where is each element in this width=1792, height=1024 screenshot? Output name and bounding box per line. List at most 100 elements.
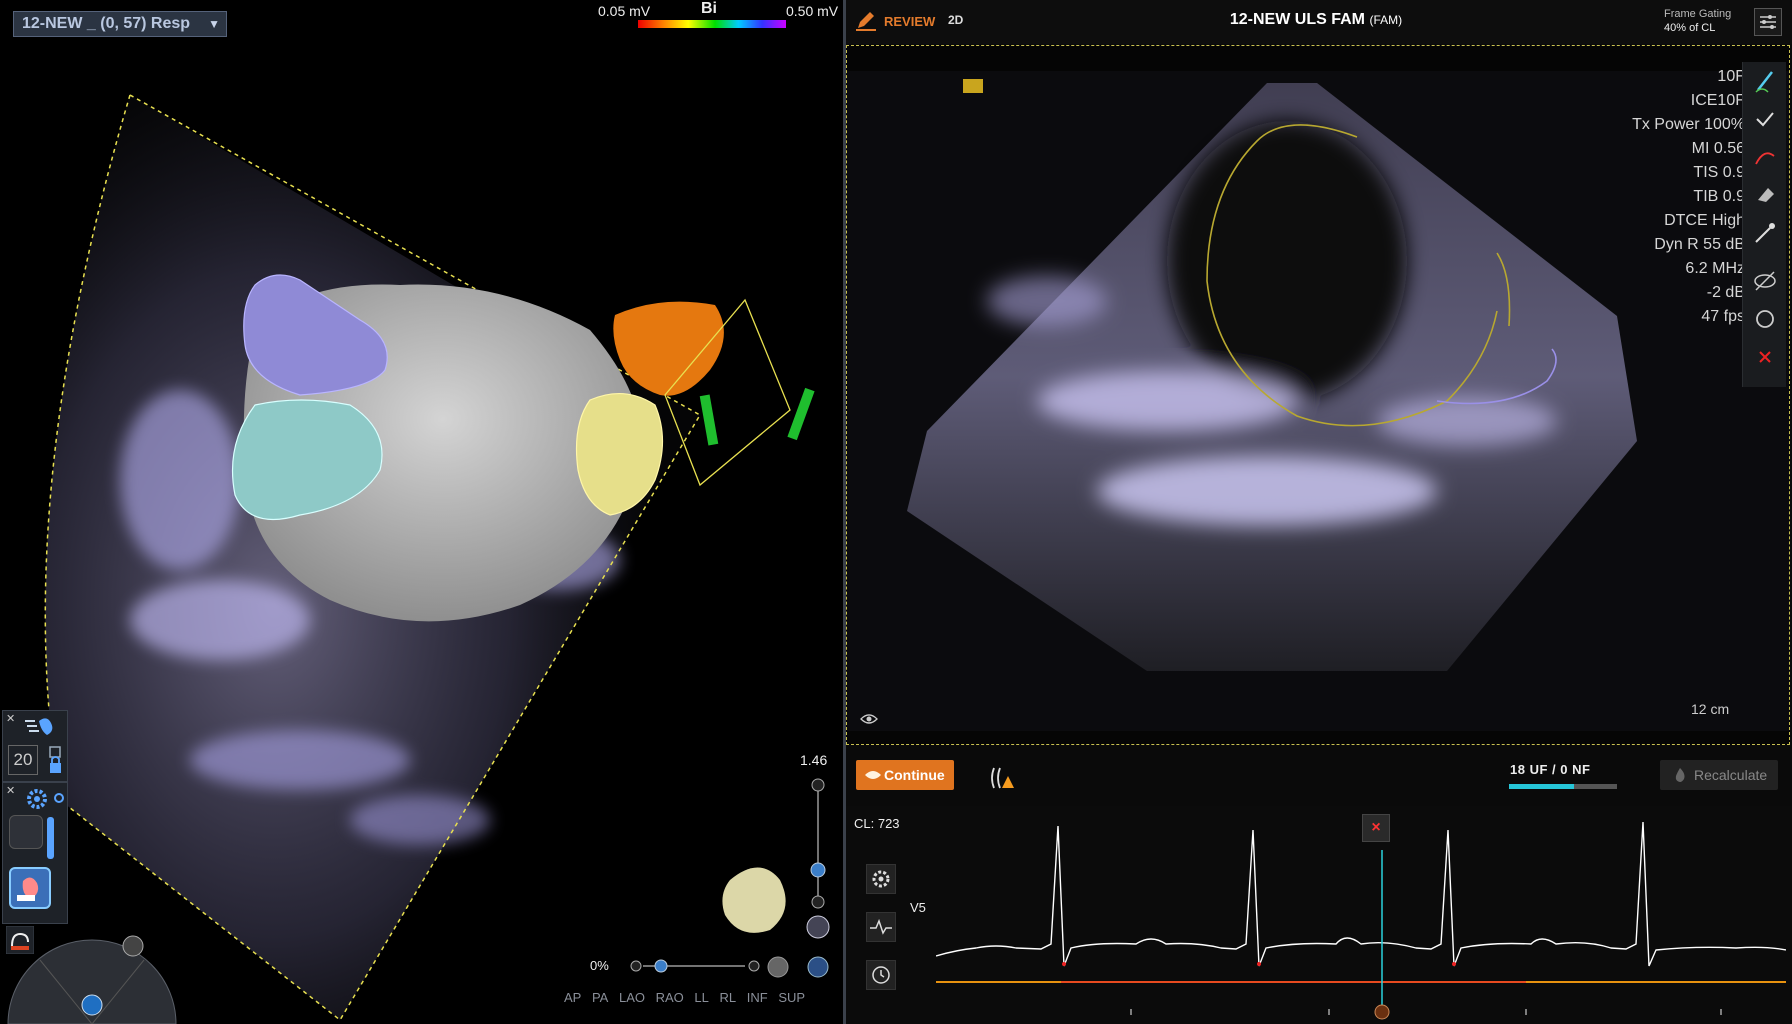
ecg-waveform-button[interactable] <box>866 912 896 942</box>
waveform-icon <box>870 918 892 935</box>
surface-icon[interactable] <box>767 956 789 978</box>
view-sup-button[interactable]: SUP <box>778 990 805 1005</box>
frame-gating: Frame Gating 40% of CL <box>1664 7 1731 35</box>
us-param: TIS 0.9 <box>1693 164 1745 181</box>
3d-anatomy-scene[interactable] <box>0 0 843 1024</box>
voltage-scale-legend: 0.05 mV Bi 0.50 mV <box>596 0 841 32</box>
close-icon[interactable]: ✕ <box>6 712 15 725</box>
gear-icon <box>872 870 890 888</box>
us-param: 47 fps <box>1701 308 1745 325</box>
circle-tool-icon[interactable] <box>1750 304 1780 334</box>
delete-icon[interactable] <box>1750 342 1780 372</box>
zoom-number-box[interactable]: 20 <box>8 745 38 775</box>
orientation-marker-icon <box>963 79 983 93</box>
view-pa-button[interactable]: PA <box>592 990 608 1005</box>
view-ap-button[interactable]: AP <box>564 990 581 1005</box>
us-param: MI 0.56 <box>1691 140 1745 157</box>
display-tool-panel: ✕ 20 <box>2 710 68 782</box>
recalculate-label: Recalculate <box>1694 767 1768 783</box>
contour-tool-strip <box>1742 62 1786 387</box>
view-inf-button[interactable]: INF <box>747 990 768 1005</box>
zoom-slider[interactable] <box>810 778 826 909</box>
pen-tool-icon[interactable] <box>1750 66 1780 96</box>
hide-contour-icon[interactable] <box>1750 266 1780 296</box>
ecg-cursor-handle[interactable] <box>1374 1004 1390 1020</box>
view-rao-button[interactable]: RAO <box>656 990 684 1005</box>
check-icon[interactable] <box>1750 104 1780 134</box>
heart-hand-button[interactable] <box>9 867 51 909</box>
cycle-length-label: CL: 723 <box>854 816 900 831</box>
mode-2d-toggle[interactable]: 2D <box>948 13 963 27</box>
frames-progress-fill <box>1509 784 1574 789</box>
us-param: Dyn R 55 dB <box>1654 236 1745 253</box>
level-slider[interactable] <box>47 817 54 859</box>
us-param: TIB 0.9 <box>1693 188 1745 205</box>
catheter-display-icon[interactable] <box>6 926 34 954</box>
opacity-value: 0% <box>590 958 609 973</box>
view-rl-button[interactable]: RL <box>720 990 737 1005</box>
review-header: REVIEW 2D 12-NEW ULS FAM (FAM) Frame Gat… <box>846 0 1792 44</box>
view-ll-button[interactable]: LL <box>694 990 708 1005</box>
us-param: DTCE High <box>1664 212 1745 229</box>
opacity-slider[interactable] <box>630 959 760 973</box>
frame-gating-value: 40% of CL <box>1664 22 1716 34</box>
us-param: 10F <box>1717 68 1745 85</box>
freehand-icon[interactable] <box>1750 142 1780 172</box>
catheter-electrode[interactable] <box>699 394 719 446</box>
recalculate-button[interactable]: Recalculate <box>1660 760 1778 790</box>
ultrasound-image-frame[interactable]: 10F ICE10F Tx Power 100% MI 0.56 TIS 0.9… <box>846 45 1790 745</box>
eraser-icon[interactable] <box>1750 180 1780 210</box>
catheter-electrode[interactable] <box>787 387 815 441</box>
ultrasound-review-panel: REVIEW 2D 12-NEW ULS FAM (FAM) Frame Gat… <box>846 0 1792 1024</box>
lips-icon <box>865 771 881 779</box>
frame-gating-label: Frame Gating <box>1664 8 1732 20</box>
frames-count: 18 UF / 0 NF <box>1510 762 1591 777</box>
chevron-down-icon: ▼ <box>208 17 220 31</box>
us-param: 6.2 MHz <box>1685 260 1745 277</box>
orientation-heart-icon[interactable] <box>722 867 786 933</box>
sweep-title-text: 12-NEW ULS FAM <box>1229 11 1365 28</box>
ecg-history-button[interactable] <box>866 960 896 990</box>
history-icon <box>872 966 890 984</box>
pencil-icon <box>856 12 876 31</box>
us-param: -2 dB <box>1706 284 1745 301</box>
gating-settings-button[interactable] <box>1754 8 1782 36</box>
ecg-panel[interactable]: CL: 723 V5 × <box>846 806 1792 1024</box>
ecg-beat-markers <box>1062 962 1456 966</box>
color-map-icon[interactable] <box>807 956 829 978</box>
ecg-settings-button[interactable] <box>866 864 896 894</box>
sliders-icon <box>1760 15 1776 29</box>
heart-hand-icon <box>17 877 39 901</box>
action-bar: Continue 18 UF / 0 NF Recalculate <box>846 752 1792 802</box>
record-button[interactable] <box>9 815 43 849</box>
view-lao-button[interactable]: LAO <box>619 990 645 1005</box>
close-icon[interactable]: ✕ <box>6 784 15 797</box>
heart-view-icon[interactable] <box>806 915 830 939</box>
color-scale-bar <box>638 20 786 28</box>
settings-tool-panel: ✕ <box>2 782 68 924</box>
ecg-waveform <box>936 821 1786 967</box>
catheter-heart-icon[interactable] <box>21 715 57 737</box>
us-param: ICE10F <box>1690 92 1745 109</box>
ecg-trace[interactable] <box>936 816 1786 1024</box>
map-view[interactable]: 12-NEW _ (0, 57) Resp ▼ 0.05 mV Bi 0.50 … <box>0 0 843 1024</box>
acquisition-warning-icon[interactable] <box>988 766 1016 790</box>
sweep-title: 12-NEW ULS FAM (FAM) <box>1146 11 1486 29</box>
us-param: Tx Power 100% <box>1632 116 1745 133</box>
eye-icon[interactable] <box>860 713 878 725</box>
view-orientation-bar: AP PA LAO RAO LL RL INF SUP <box>564 990 824 1010</box>
magic-wand-icon[interactable] <box>1750 218 1780 248</box>
map-select-label: 12-NEW _ (0, 57) Resp <box>22 15 191 32</box>
continue-button[interactable]: Continue <box>856 760 954 790</box>
zoom-value: 1.46 <box>800 752 828 768</box>
review-label: REVIEW <box>884 14 936 29</box>
ultrasound-image[interactable] <box>847 71 1789 731</box>
flame-icon <box>1675 768 1685 782</box>
sweep-title-suffix: (FAM) <box>1369 13 1403 27</box>
ecg-tick-marks <box>1130 1009 1722 1015</box>
continue-label: Continue <box>884 767 945 783</box>
map-select-dropdown[interactable]: 12-NEW _ (0, 57) Resp ▼ <box>13 11 227 37</box>
gear-icon[interactable] <box>23 787 67 811</box>
lock-icon[interactable] <box>47 745 65 779</box>
ecg-lead-label: V5 <box>910 900 926 915</box>
